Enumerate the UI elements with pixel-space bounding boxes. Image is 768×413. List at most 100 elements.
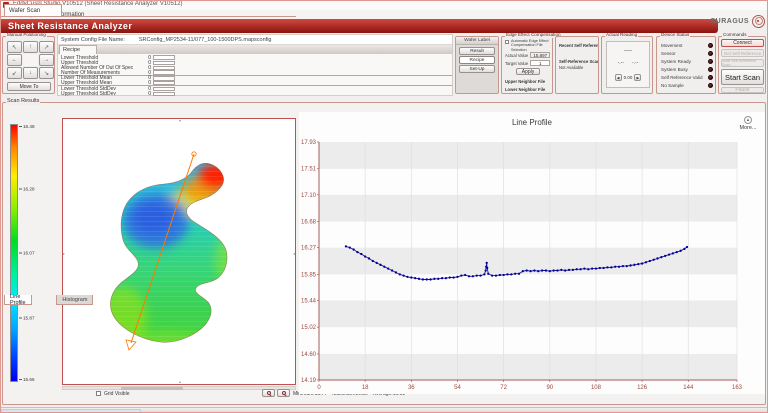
recipe-fields: Lower Threshold0Upper Threshold0Allowed …	[58, 55, 452, 97]
actual-reading-group: Actual Reading ---- -.-- -.-- ◀ 0.00 ▶	[601, 36, 653, 94]
start-self-reference-scan-button: Start Self Reference Scan	[721, 59, 764, 67]
actual-value-label: Actual Value	[505, 53, 528, 58]
move-to-button[interactable]: Move To	[7, 82, 51, 91]
chart-title: Line Profile	[299, 118, 765, 127]
spinner-right-icon[interactable]: ▶	[634, 74, 641, 81]
tab-wafer-scan[interactable]: Wafer Scan	[4, 4, 62, 16]
connect-button[interactable]: Connect	[721, 39, 764, 47]
wafer-blob	[99, 154, 243, 354]
title-bar: EddyCus® Studio V10512 (Sheet Resistance…	[0, 0, 768, 10]
svg-text:163: 163	[732, 385, 743, 391]
wafer-label-button-result[interactable]: Result	[459, 47, 495, 55]
config-file-label: System Config File Name:	[58, 37, 125, 43]
jog-arrow-button[interactable]: ↓	[23, 67, 38, 79]
recipe-field-input[interactable]	[153, 81, 175, 85]
panel-top-mark: ▾	[179, 119, 181, 123]
tab-histogram[interactable]: Histogram	[56, 295, 93, 305]
jog-arrow-button[interactable]: ←	[7, 54, 22, 66]
recipe-field-input[interactable]	[153, 87, 175, 91]
colorbar	[10, 124, 18, 382]
recent-self-reference-label: Recent Self Reference	[559, 43, 599, 48]
group-title: Scan Results	[6, 99, 40, 105]
jog-arrow-button[interactable]: ↖	[7, 41, 22, 53]
jog-arrow-button[interactable]: ↑	[23, 41, 38, 53]
zoom-in-button[interactable]	[262, 389, 275, 397]
wafer-label-header: Wafer Label	[456, 37, 498, 45]
brand-name: SURAGUS	[710, 18, 749, 25]
target-value-row: Target Value	[505, 60, 550, 66]
apply-button[interactable]: Apply	[516, 68, 540, 75]
tab-strip-divider	[0, 16, 296, 17]
device-status-label: System Ready	[661, 59, 691, 64]
svg-text:16.27: 16.27	[301, 246, 317, 252]
start-scan-button[interactable]: Start Scan	[721, 69, 764, 85]
jog-arrow-button[interactable]: ↘	[39, 67, 54, 79]
status-led-icon	[708, 67, 713, 72]
upper-neighbor-file-label: Upper Neighbor File	[505, 79, 545, 84]
jog-arrow-button[interactable]: ↙	[7, 67, 22, 79]
jog-arrow-button[interactable]: →	[39, 54, 54, 66]
wafer-label-button-set-up[interactable]: Set-Up	[459, 65, 495, 73]
device-status-group: Device Status Movement Sensor System Ready…	[656, 36, 716, 94]
edge-effect-group: Edge Effect Compensation Automatic Edge …	[501, 36, 553, 94]
svg-text:14.19: 14.19	[301, 378, 317, 384]
svg-text:17.10: 17.10	[301, 193, 317, 199]
commands-group: Commands ConnectGet Self ReferenceStart …	[718, 36, 766, 94]
wafer-map	[63, 119, 295, 384]
brand-fingerprint-icon	[752, 15, 765, 28]
spinner-left-icon[interactable]: ◀	[615, 74, 622, 81]
device-status-label: No Sample	[661, 83, 684, 88]
group-title: Reference Information	[559, 36, 599, 38]
recipe-field-input[interactable]	[153, 61, 175, 65]
recipe-field-input[interactable]	[153, 92, 175, 96]
wafer-map-panel[interactable]: ▾ ▴ ▸ ◂	[62, 118, 296, 385]
spinner-value: 0.00	[624, 75, 633, 80]
actual-value-field	[530, 52, 550, 58]
banner-title: Sheet Resistance Analyzer	[0, 21, 132, 31]
group-title: Device Status	[660, 33, 690, 38]
tab-recipe[interactable]: Recipe	[59, 45, 97, 54]
svg-text:15.02: 15.02	[301, 325, 317, 331]
svg-text:126: 126	[637, 385, 648, 391]
collapse-icon: ▴	[744, 116, 752, 124]
device-status-row: System Ready	[661, 57, 713, 65]
svg-text:108: 108	[591, 385, 602, 391]
device-status-row: Movement	[661, 41, 713, 49]
status-bar-segment	[1, 409, 141, 413]
svg-text:17.93: 17.93	[301, 140, 317, 146]
target-value-field[interactable]	[530, 60, 550, 66]
colorbar-ticks: 16.4816.2816.0715.8715.66	[19, 124, 41, 382]
zoom-out-button[interactable]	[277, 389, 290, 397]
jog-arrow-button[interactable]: ↗	[39, 41, 54, 53]
scrollbar-thumb[interactable]	[121, 387, 183, 390]
brand-logo: SURAGUS	[710, 12, 765, 30]
wafer-label-group: Wafer Label ResultRecipeSet-Up	[455, 36, 499, 94]
reading-sub-left: -.--	[618, 60, 624, 66]
menu-bar: FileOptionInformation	[0, 10, 768, 19]
group-title: Edge Effect Compensation	[505, 33, 562, 38]
svg-text:144: 144	[683, 385, 694, 391]
magnifier-icon	[282, 391, 286, 395]
more-button[interactable]: ▴ More...	[735, 116, 761, 131]
target-value-label: Target Value	[505, 61, 528, 66]
svg-text:0: 0	[317, 385, 321, 391]
auto-edge-compensation-checkbox[interactable]	[505, 40, 509, 44]
config-file-row: System Config File Name: SRConfig_MP2534…	[58, 35, 452, 45]
wafer-label-button-recipe[interactable]: Recipe	[459, 56, 495, 64]
device-status-label: Self Reference Valid	[661, 75, 703, 80]
wafer-horizontal-scrollbar[interactable]	[62, 386, 296, 390]
config-file-value: SRConfig_MP2534-11/077_100-1500DPS.mapsc…	[125, 37, 272, 43]
svg-text:16.68: 16.68	[301, 220, 317, 226]
svg-text:15.85: 15.85	[301, 272, 317, 278]
reading-sub-values: -.-- -.--	[607, 60, 649, 66]
recipe-field-input[interactable]	[153, 55, 175, 59]
recipe-field-row: Upper Threshold StdDev0	[58, 91, 452, 96]
colorbar-tick-label: 15.66	[19, 377, 35, 382]
device-status-row: No Sample	[661, 81, 713, 89]
tab-line-profile[interactable]: Line Profile	[4, 295, 32, 305]
grid-visible-checkbox[interactable]	[96, 391, 101, 396]
recipe-field-input[interactable]	[153, 70, 175, 74]
recipe-tab-bar: Recipe	[58, 45, 452, 54]
device-status-label: Sensor	[661, 51, 676, 56]
manual-positioning-group: Manual Positioning ↖↑↗←→↙↓↘ Move To	[2, 36, 55, 94]
